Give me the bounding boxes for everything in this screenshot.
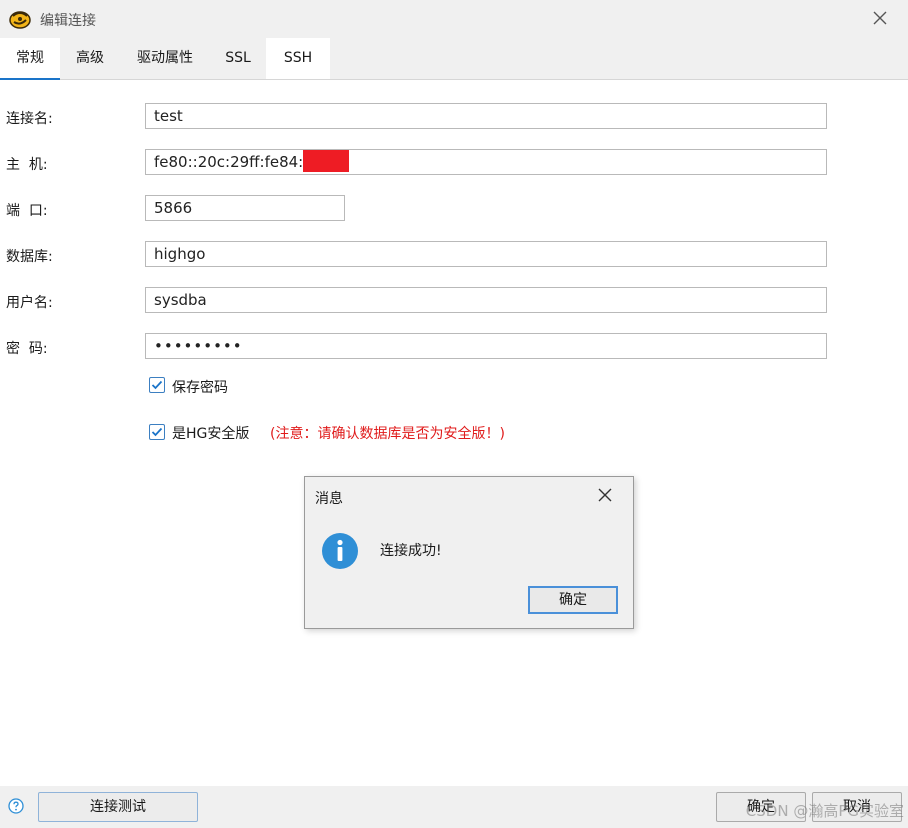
password-label: 密 码: xyxy=(6,341,48,357)
dialog-ok-button[interactable]: 确定 xyxy=(528,586,618,614)
host-input[interactable]: fe80::20c:29ff:fe84: xyxy=(145,149,827,175)
username-label: 用户名: xyxy=(6,295,53,311)
host-label: 主 机: xyxy=(6,157,48,173)
bottom-bar: 连接测试 确定 取消 xyxy=(0,786,908,828)
database-label: 数据库: xyxy=(6,249,53,265)
dialog-title: 消息 xyxy=(315,491,343,507)
hg-secure-checkbox[interactable] xyxy=(149,424,165,440)
ok-button[interactable]: 确定 xyxy=(716,792,806,822)
save-password-label: 保存密码 xyxy=(172,380,228,396)
host-value: fe80::20c:29ff:fe84: xyxy=(154,153,304,171)
tab-general[interactable]: 常规 xyxy=(0,38,60,80)
username-input[interactable]: sysdba xyxy=(145,287,827,313)
info-icon xyxy=(322,533,358,569)
tab-ssh[interactable]: SSH xyxy=(266,38,330,79)
help-icon[interactable] xyxy=(8,798,24,814)
window-title: 编辑连接 xyxy=(40,13,96,29)
port-label: 端 口: xyxy=(6,203,48,219)
tab-ssl[interactable]: SSL xyxy=(210,38,266,79)
close-icon[interactable] xyxy=(597,487,613,503)
hg-secure-warning: (注意：请确认数据库是否为安全版！) xyxy=(270,426,505,442)
tab-bar-filler xyxy=(330,38,908,79)
check-icon xyxy=(151,427,163,437)
message-dialog: 消息 连接成功! 确定 xyxy=(304,476,634,629)
check-icon xyxy=(151,380,163,390)
hg-secure-label: 是HG安全版 xyxy=(172,426,250,442)
title-bar: 编辑连接 xyxy=(0,0,908,38)
app-logo-icon xyxy=(9,11,31,29)
cancel-button[interactable]: 取消 xyxy=(812,792,902,822)
tab-advanced[interactable]: 高级 xyxy=(60,38,120,79)
port-input[interactable]: 5866 xyxy=(145,195,345,221)
tab-driver-properties[interactable]: 驱动属性 xyxy=(120,38,210,79)
conn-name-label: 连接名: xyxy=(6,111,53,127)
database-input[interactable]: highgo xyxy=(145,241,827,267)
conn-name-input[interactable]: test xyxy=(145,103,827,129)
redaction-block xyxy=(303,150,350,172)
tab-bar: 常规 高级 驱动属性 SSL SSH xyxy=(0,38,908,80)
save-password-checkbox[interactable] xyxy=(149,377,165,393)
password-input[interactable]: ••••••••• xyxy=(145,333,827,359)
dialog-message: 连接成功! xyxy=(380,543,442,559)
test-connection-button[interactable]: 连接测试 xyxy=(38,792,198,822)
close-icon[interactable] xyxy=(870,8,890,28)
